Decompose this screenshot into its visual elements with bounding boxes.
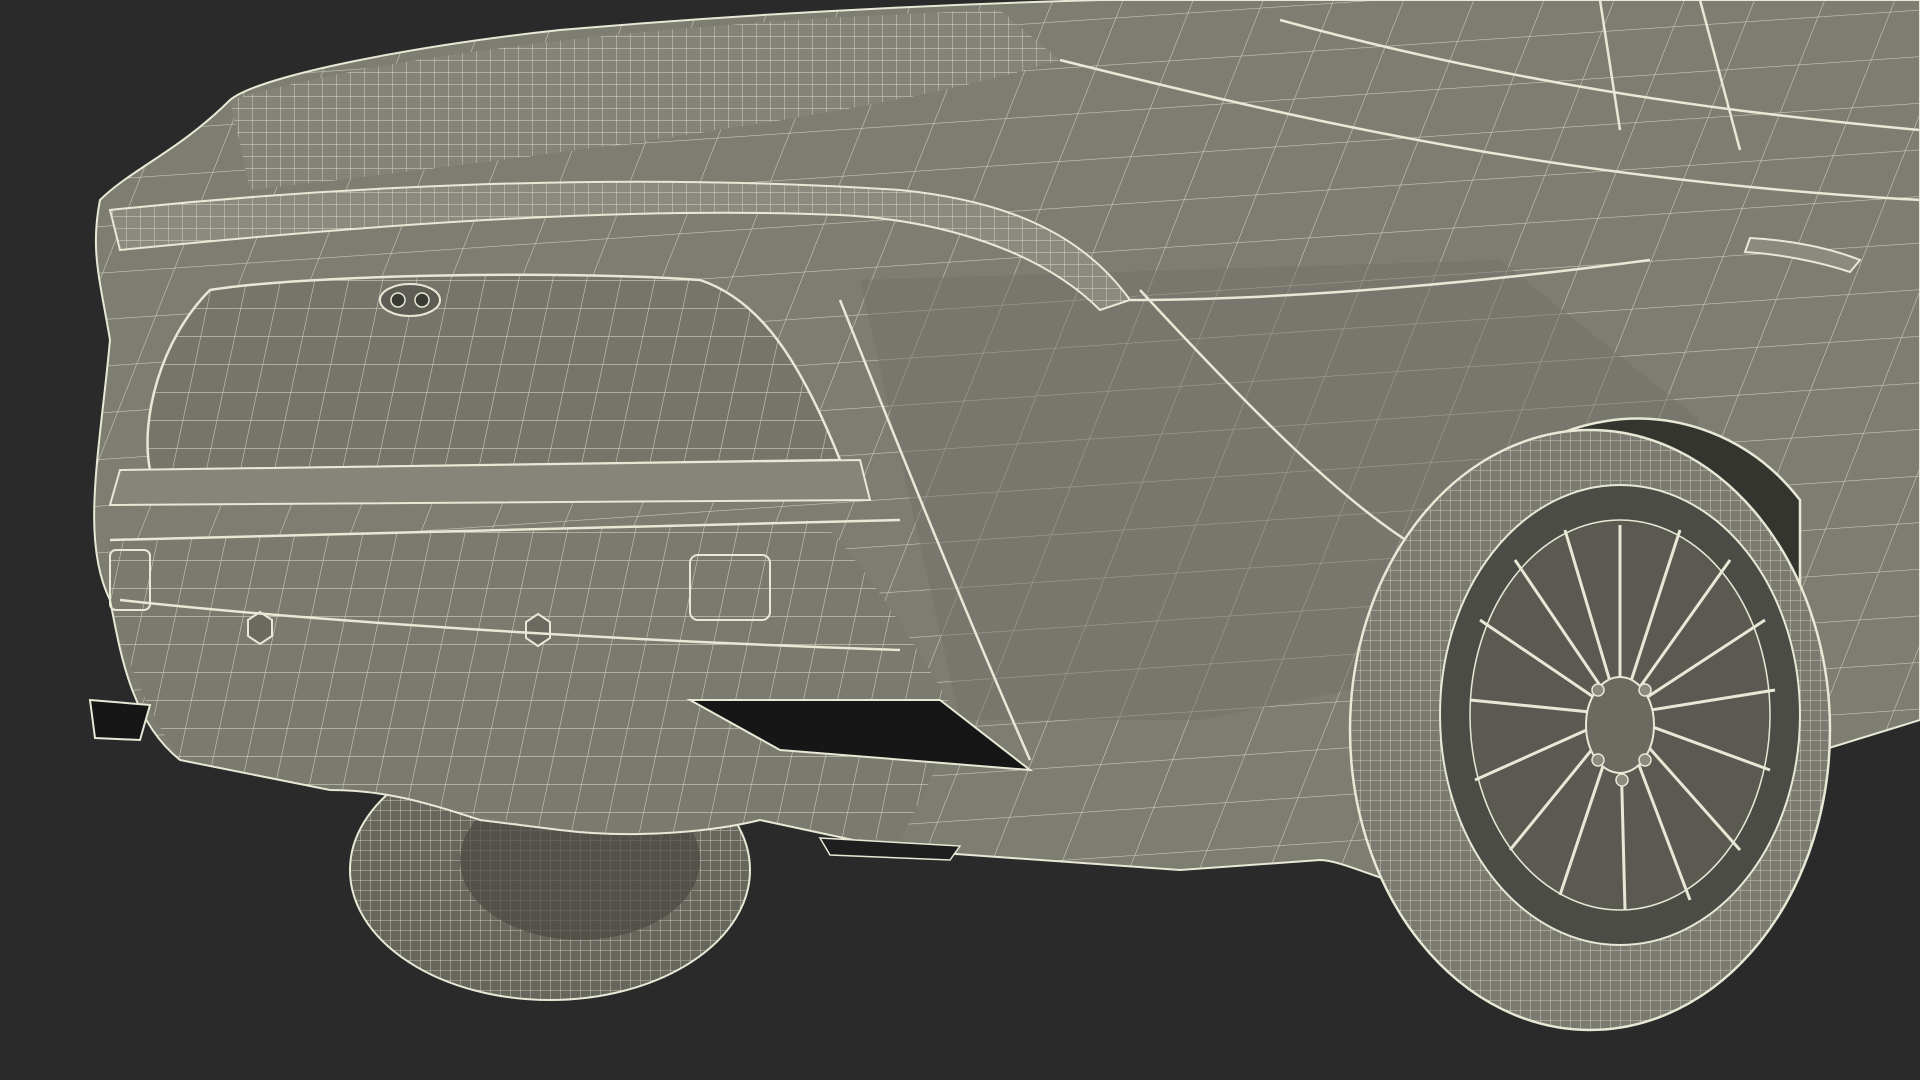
lug-nut <box>1638 683 1652 697</box>
wireframe-render <box>0 0 1920 1080</box>
near-rear-wheel <box>1348 428 1832 1032</box>
lug-nut <box>1591 683 1605 697</box>
lug-nut <box>1591 753 1605 767</box>
lug-nut <box>1615 773 1629 787</box>
left-diffuser-opening <box>88 698 152 742</box>
rear-camera <box>379 283 441 317</box>
parking-sensor-left <box>247 610 273 646</box>
3d-viewport[interactable] <box>0 0 1920 1080</box>
parking-sensor-right <box>525 612 551 648</box>
lug-nut <box>1638 753 1652 767</box>
